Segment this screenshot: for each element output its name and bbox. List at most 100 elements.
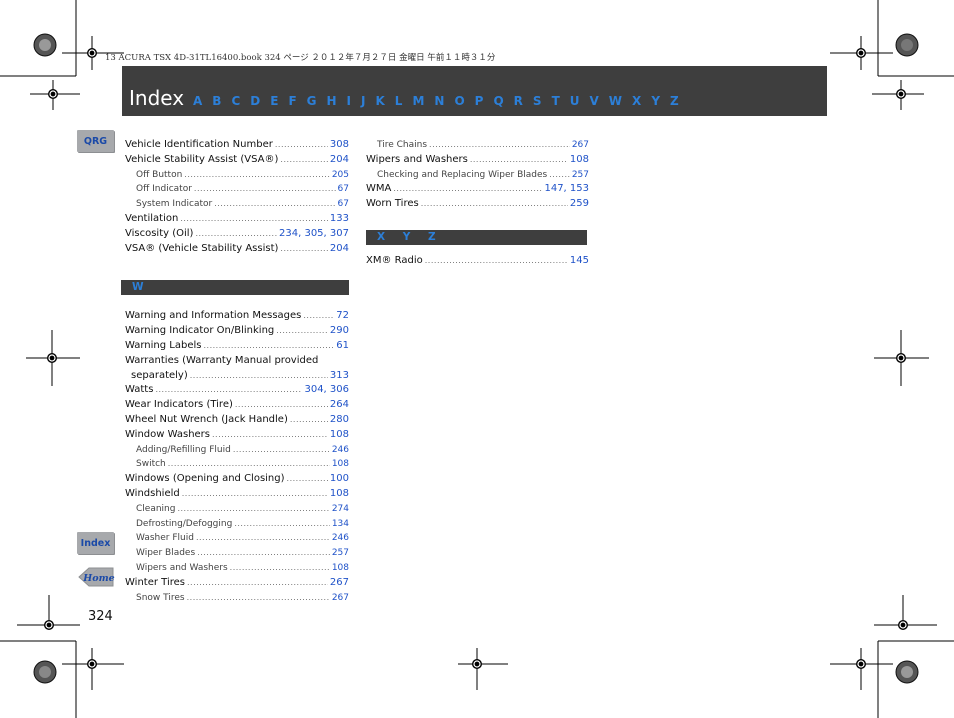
letter-link[interactable]: E [270, 94, 278, 108]
index-entry: Warning and Information Messages 72 [125, 309, 349, 324]
page-link[interactable]: 61 [336, 339, 349, 354]
letter-link[interactable]: Q [493, 94, 503, 108]
home-tab-button[interactable]: Home [77, 566, 115, 588]
qrg-tab-button[interactable]: QRG [77, 130, 114, 152]
page-link[interactable]: 204 [330, 242, 349, 257]
page-link[interactable]: 147, 153 [544, 182, 589, 197]
letter-link[interactable]: Z [670, 94, 679, 108]
letter-link[interactable]: F [288, 94, 296, 108]
page-link[interactable]: 290 [330, 324, 349, 339]
page-link[interactable]: 133 [330, 212, 349, 227]
page-link[interactable]: 67 [338, 182, 349, 197]
index-entry: Checking and Replacing Wiper Blades 257 [366, 168, 589, 183]
letter-link[interactable]: M [412, 94, 424, 108]
letter-link[interactable]: G [307, 94, 317, 108]
page-link[interactable]: 108 [332, 561, 349, 576]
entry-label: XM® Radio [366, 254, 423, 266]
letter-link[interactable]: X [632, 94, 641, 108]
page-link[interactable]: 100 [330, 472, 349, 487]
letter-link[interactable]: C [231, 94, 240, 108]
page-link[interactable]: 204 [330, 153, 349, 168]
entry-label: VSA® (Vehicle Stability Assist) [125, 242, 279, 254]
index-column-right: Tire Chains267Wipers and Washers108Check… [366, 138, 589, 269]
letter-link[interactable]: A [193, 94, 202, 108]
letter-link[interactable]: U [570, 94, 580, 108]
entry-label: Vehicle Identification Number [125, 139, 273, 150]
page-link[interactable]: 246 [332, 531, 349, 546]
page-link[interactable]: 205 [332, 168, 349, 183]
page-link[interactable]: 267 [572, 138, 589, 153]
entry-label: Warranties (Warranty Manual provided [125, 354, 319, 366]
entry-label: Vehicle Stability Assist (VSA®) [125, 153, 279, 165]
page-link[interactable]: 304, 306 [304, 383, 349, 398]
index-entry: Snow Tires 267 [125, 591, 349, 606]
letter-link[interactable]: V [590, 94, 599, 108]
leader-dots [290, 413, 328, 428]
letter-link[interactable]: W [609, 94, 622, 108]
index-entry: XM® Radio 145 [366, 254, 589, 269]
page-link[interactable]: 308 [330, 138, 349, 153]
page-link[interactable]: 257 [572, 168, 589, 183]
letter-link[interactable]: B [212, 94, 221, 108]
page-link[interactable]: 246 [332, 443, 349, 458]
letter-link[interactable]: L [395, 94, 403, 108]
entry-label: Worn Tires [366, 198, 419, 210]
page-link[interactable]: 264 [330, 398, 349, 413]
letter-link[interactable]: N [434, 94, 444, 108]
entry-label: Switch [136, 459, 166, 470]
page-link[interactable]: 108 [330, 487, 349, 502]
letter-link[interactable]: R [514, 94, 523, 108]
page-link[interactable]: 145 [570, 254, 589, 269]
page-link[interactable]: 267 [332, 591, 349, 606]
entry-label: System Indicator [136, 199, 213, 210]
leader-dots [421, 197, 568, 212]
page-link[interactable]: 234, 305, 307 [279, 227, 349, 242]
leader-dots [203, 339, 334, 354]
entry-label: Off Indicator [136, 184, 192, 195]
page-link[interactable]: 108 [570, 153, 589, 168]
index-entry: Wheel Nut Wrench (Jack Handle) 280 [125, 413, 349, 428]
index-entry: Windshield 108 [125, 487, 349, 502]
letter-link[interactable]: I [347, 94, 351, 108]
index-entry: Off Button 205 [125, 168, 349, 183]
index-entry: Windows (Opening and Closing) 100 [125, 472, 349, 487]
letter-link[interactable]: K [375, 94, 384, 108]
index-entry: Cleaning 274 [125, 502, 349, 517]
page-link[interactable]: 134 [332, 517, 349, 532]
entry-label: Windows (Opening and Closing) [125, 473, 285, 485]
leader-dots [180, 212, 328, 227]
entry-label: Defrosting/Defogging [136, 518, 233, 529]
page-link[interactable]: 108 [330, 428, 349, 443]
leader-dots [196, 531, 330, 546]
index-entry: Switch 108 [125, 457, 349, 472]
letter-link[interactable]: S [533, 94, 542, 108]
letter-link[interactable]: J [361, 94, 365, 108]
page-number: 324 [88, 609, 113, 624]
title-bar: Index A B C D E F G H I J K L M N O P Q … [122, 66, 827, 116]
letter-link[interactable]: D [250, 94, 260, 108]
entry-label: Wipers and Washers [366, 153, 468, 165]
index-entry: Winter Tires 267 [125, 576, 349, 591]
alphabet-nav: A B C D E F G H I J K L M N O P Q R S T … [193, 92, 689, 110]
entry-label: Checking and Replacing Wiper Blades [377, 169, 548, 180]
page-link[interactable]: 108 [332, 457, 349, 472]
letter-link[interactable]: Y [651, 94, 660, 108]
letter-link[interactable]: O [454, 94, 464, 108]
index-tab-button[interactable]: Index [77, 532, 114, 554]
page-link[interactable]: 280 [330, 413, 349, 428]
leader-dots [155, 383, 302, 398]
page-title: Index [129, 86, 185, 110]
letter-link[interactable]: H [327, 94, 337, 108]
page-link[interactable]: 274 [332, 502, 349, 517]
leader-dots [280, 242, 328, 257]
index-entry: Warning Labels 61 [125, 339, 349, 354]
letter-link[interactable]: T [552, 94, 560, 108]
page-link[interactable]: 257 [332, 546, 349, 561]
letter-link[interactable]: P [475, 94, 484, 108]
page-link[interactable]: 67 [338, 197, 349, 212]
page-link[interactable]: 313 [330, 369, 349, 384]
page-link[interactable]: 259 [570, 197, 589, 212]
page-link[interactable]: 267 [330, 576, 349, 591]
page-link[interactable]: 72 [336, 309, 349, 324]
leader-dots [187, 576, 328, 591]
